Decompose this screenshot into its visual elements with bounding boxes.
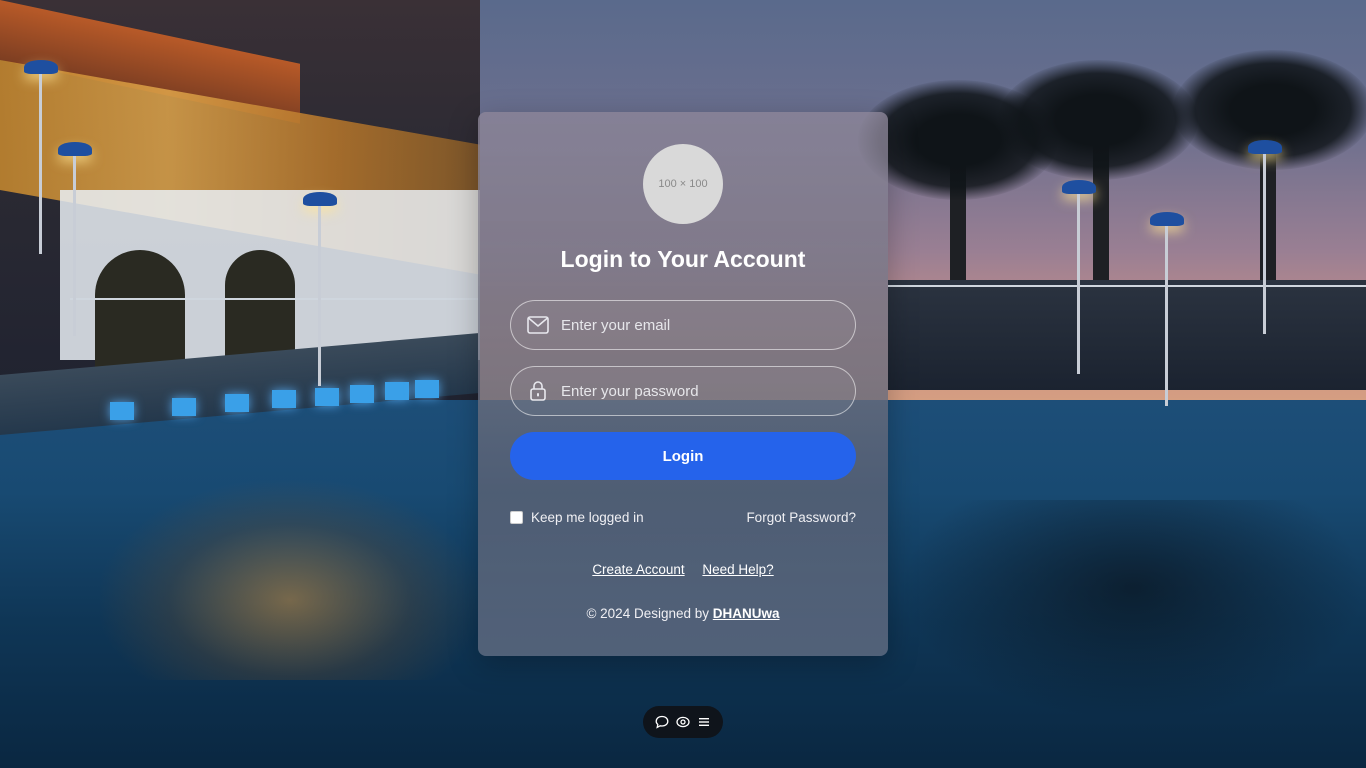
envelope-icon (527, 314, 549, 336)
footer-credit: © 2024 Designed by DHANUwa (478, 606, 888, 621)
lock-icon (527, 380, 549, 402)
account-links: Create Account Need Help? (478, 562, 888, 577)
need-help-link[interactable]: Need Help? (702, 562, 773, 577)
login-title: Login to Your Account (560, 246, 806, 272)
floating-toolbar (643, 706, 723, 738)
login-card: 100 × 100 Login to Your Account Login Ke… (478, 112, 888, 656)
menu-icon[interactable] (695, 713, 713, 731)
avatar-placeholder: 100 × 100 (643, 144, 723, 224)
keep-logged-in-label: Keep me logged in (531, 510, 644, 525)
create-account-link[interactable]: Create Account (592, 562, 684, 577)
keep-logged-in-option[interactable]: Keep me logged in (510, 510, 644, 525)
author-link[interactable]: DHANUwa (713, 606, 780, 621)
keep-logged-in-checkbox[interactable] (510, 511, 523, 524)
password-input[interactable] (561, 382, 855, 400)
eye-icon[interactable] (674, 713, 692, 731)
email-field[interactable] (510, 300, 856, 350)
chat-bubble-icon[interactable] (653, 713, 671, 731)
password-field[interactable] (510, 366, 856, 416)
forgot-password-link[interactable]: Forgot Password? (746, 510, 856, 525)
email-input[interactable] (561, 316, 855, 334)
login-button[interactable]: Login (510, 432, 856, 480)
footer-prefix: © 2024 Designed by (586, 606, 709, 621)
